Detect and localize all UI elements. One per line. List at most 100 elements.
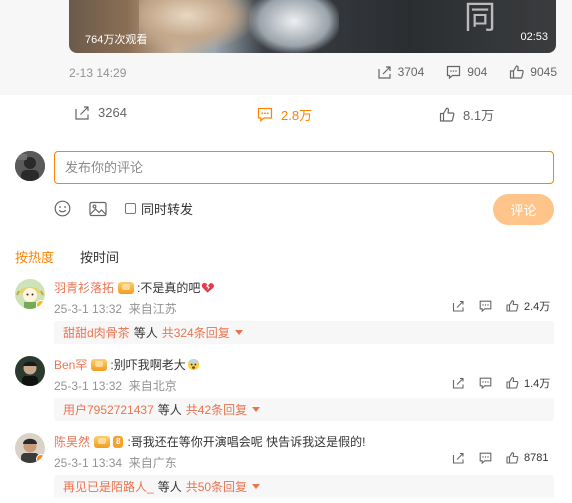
emoji-icon: [54, 200, 71, 217]
comment-item: Ben罕 :别吓我啊老大 25-3-1 13:32 来自北京 1.4万 用户79…: [0, 356, 572, 434]
comment-meta: 25-3-1 13:34 来自广东: [54, 454, 177, 471]
tab-sort-hot[interactable]: 按热度: [15, 247, 54, 266]
broken-heart-emoji-icon: [202, 282, 215, 293]
verified-badge-icon: [36, 300, 45, 309]
comment-item: 羽青衫落拓 :不是真的吧 25-3-1 13:32 来自江苏 2.4万 甜甜d肉…: [0, 279, 572, 357]
like-button[interactable]: 8.1万: [439, 105, 494, 124]
comment-username[interactable]: 陈昊然: [54, 433, 90, 450]
comment-share-button[interactable]: [452, 300, 465, 312]
replies-summary[interactable]: 用户7952721437 等人 共42条回复: [54, 398, 554, 421]
repost-card: 同 764万次观看 02:53 2-13 14:29 3704 904 9045: [0, 0, 572, 95]
reply-count[interactable]: 共50条回复: [186, 478, 247, 495]
comment-button[interactable]: 2.8万: [257, 105, 312, 124]
repost-like-button[interactable]: 9045: [509, 65, 557, 79]
reply-count[interactable]: 共42条回复: [186, 401, 247, 418]
comment-time: 25-3-1 13:34: [54, 456, 123, 470]
comment-reply-button[interactable]: [479, 300, 492, 312]
fan-medal-icon[interactable]: [91, 358, 108, 371]
member-level-badge[interactable]: 8: [113, 435, 124, 448]
comment-icon: [257, 107, 273, 122]
comment-header: 羽青衫落拓 :不是真的吧: [54, 279, 215, 296]
chevron-down-icon: [252, 484, 261, 489]
avatar-image: [15, 356, 45, 386]
share-button[interactable]: 3264: [74, 105, 127, 120]
reply-username[interactable]: 用户7952721437: [63, 401, 154, 418]
replies-summary[interactable]: 再见已是陌路人_ 等人 共50条回复: [54, 475, 554, 498]
repost-comment-button[interactable]: 904: [446, 65, 487, 79]
thumbs-up-icon: [506, 377, 519, 389]
commenter-avatar[interactable]: [15, 279, 45, 309]
image-icon: [89, 201, 107, 216]
share-icon: [452, 377, 464, 389]
post-action-bar: 3264 2.8万 8.1万: [0, 95, 572, 133]
comment-text: :哥我还在等你开演唱会呢 快告诉我这是假的!: [127, 435, 366, 449]
fan-medal-icon[interactable]: [118, 281, 135, 294]
comment-username[interactable]: 羽青衫落拓: [54, 279, 114, 296]
reply-username[interactable]: 甜甜d肉骨茶: [63, 324, 130, 341]
current-user-avatar[interactable]: [15, 151, 45, 181]
video-art: [249, 0, 339, 53]
comment-like-button[interactable]: 2.4万: [506, 298, 550, 314]
repost-share-count: 3704: [397, 65, 425, 79]
fan-medal-icon[interactable]: [94, 435, 111, 448]
video-thumbnail[interactable]: 同 764万次观看 02:53: [69, 0, 556, 53]
comment-like-button[interactable]: 8781: [506, 452, 548, 464]
repost-actions: 3704 904 9045: [355, 65, 557, 79]
share-icon: [377, 66, 391, 79]
chevron-down-icon: [234, 330, 243, 335]
comment-reply-button[interactable]: [479, 452, 492, 464]
submit-comment-button[interactable]: 评论: [493, 194, 554, 225]
reply-others-text: 等人: [133, 326, 158, 340]
thumbs-up-icon: [439, 107, 455, 122]
tab-sort-time[interactable]: 按时间: [80, 247, 119, 266]
thumbs-up-icon: [506, 452, 519, 464]
comment-header: Ben罕 :别吓我啊老大: [54, 356, 200, 373]
comment-meta: 25-3-1 13:32 来自北京: [54, 377, 177, 394]
video-view-count: 764万次观看: [85, 34, 148, 46]
image-button[interactable]: [89, 201, 107, 217]
comment-share-button[interactable]: [452, 377, 465, 389]
emoji-button[interactable]: [54, 200, 71, 217]
reply-count[interactable]: 共324条回复: [162, 324, 230, 341]
comment-actions: 8781: [452, 452, 548, 464]
comment-share-button[interactable]: [452, 452, 465, 464]
comment-icon: [479, 452, 492, 464]
comment-like-count: 1.4万: [524, 378, 551, 390]
comment-like-button[interactable]: 1.4万: [506, 375, 550, 391]
repost-comment-count: 904: [467, 65, 488, 79]
comment-text: :别吓我啊老大: [110, 358, 186, 372]
repost-date[interactable]: 2-13 14:29: [69, 66, 126, 80]
repost-checkbox[interactable]: 同时转发: [125, 199, 193, 218]
reply-username[interactable]: 再见已是陌路人_: [63, 478, 154, 495]
share-icon: [452, 300, 464, 312]
comment-location: 来自北京: [128, 379, 177, 393]
comment-username[interactable]: Ben罕: [54, 356, 87, 373]
chevron-down-icon: [252, 407, 261, 412]
comment-actions: 2.4万: [452, 298, 550, 314]
verified-badge-icon: [36, 454, 45, 463]
comment-input[interactable]: [54, 151, 554, 184]
checkbox-box[interactable]: [125, 203, 136, 214]
share-icon: [452, 452, 464, 464]
video-calligraphy: 同: [464, 0, 497, 36]
share-icon: [75, 106, 89, 120]
comment-time: 25-3-1 13:32: [54, 302, 123, 316]
comment-text: :不是真的吧: [137, 281, 201, 295]
repost-share-button[interactable]: 3704: [377, 65, 425, 79]
repost-checkbox-label: 同时转发: [141, 202, 194, 217]
comment-location: 来自江苏: [128, 302, 177, 316]
comment-reply-button[interactable]: [479, 377, 492, 389]
comment-header: 陈昊然 8 :哥我还在等你开演唱会呢 快告诉我这是假的!: [54, 433, 365, 450]
avatar-image: [15, 151, 45, 181]
scared-emoji-icon: [187, 358, 199, 371]
comment-actions: 1.4万: [452, 375, 550, 391]
share-count: 3264: [98, 105, 127, 120]
repost-like-count: 9045: [530, 65, 557, 79]
comment-like-count: 2.4万: [524, 301, 551, 313]
commenter-avatar[interactable]: [15, 433, 45, 463]
reply-others-text: 等人: [157, 403, 182, 417]
commenter-avatar[interactable]: [15, 356, 45, 386]
comment-like-count: 8781: [524, 452, 549, 464]
replies-summary[interactable]: 甜甜d肉骨茶 等人 共324条回复: [54, 321, 554, 344]
comment-icon: [479, 377, 492, 389]
